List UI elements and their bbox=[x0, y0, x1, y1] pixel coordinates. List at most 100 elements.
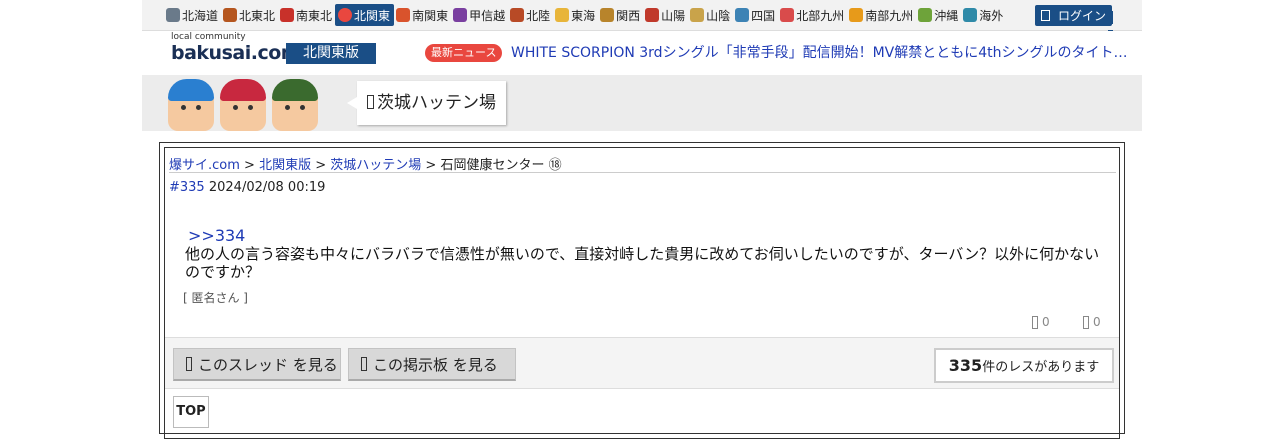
region-icon bbox=[780, 8, 795, 22]
post-body: 他の人の言う容姿も中々にバラバラで信憑性が無いので、直接対峙した貴男に改めてお伺… bbox=[185, 245, 1100, 281]
region-label: 北部九州 bbox=[796, 8, 845, 23]
divider bbox=[169, 172, 1116, 173]
region-icon bbox=[280, 8, 295, 22]
region-icon bbox=[918, 8, 933, 22]
logo-row: local community bakusai.com 北関東版 最新ニュース … bbox=[142, 31, 1142, 75]
region-icon bbox=[453, 8, 468, 22]
region-icon bbox=[735, 8, 750, 22]
res-count-suffix: 件のレスがあります bbox=[982, 360, 1100, 375]
page: 北海道 北東北 南東北 北関東 南関東 甲信越 北陸 東海 関西 山陽 山陰 四国 北部九州 南部九州 沖縄… bbox=[142, 0, 1142, 439]
post-container: 爆サイ.com > 北関東版 > 茨城ハッテン場 > 石岡健康センター ⑱ #3… bbox=[159, 142, 1125, 439]
region-icon bbox=[166, 8, 180, 22]
menu-icon[interactable] bbox=[1108, 9, 1118, 43]
logo-name: bakusai bbox=[171, 42, 251, 64]
top-button[interactable]: TOP bbox=[173, 396, 209, 428]
region-item[interactable]: 山陰 bbox=[688, 4, 733, 26]
region-item[interactable]: 海外 bbox=[961, 4, 1006, 26]
mascot-characters bbox=[168, 75, 318, 131]
thumbs-down-icon bbox=[1083, 315, 1089, 329]
region-label: 山陽 bbox=[661, 8, 686, 23]
breadcrumb-edition[interactable]: 北関東版 bbox=[259, 158, 311, 173]
view-thread-label: このスレッド を見る bbox=[198, 355, 338, 374]
region-label: 北海道 bbox=[182, 8, 219, 23]
breadcrumb-sep: > bbox=[239, 158, 260, 173]
region-label: 北東北 bbox=[239, 8, 276, 23]
logo-tagline: local community bbox=[171, 32, 246, 42]
board-icon bbox=[367, 95, 374, 109]
region-icon bbox=[690, 8, 705, 22]
dislike-button[interactable]: 0 bbox=[1083, 315, 1101, 329]
region-item[interactable]: 北海道 bbox=[164, 4, 221, 26]
breadcrumb-site[interactable]: 爆サイ.com bbox=[169, 158, 240, 173]
region-icon bbox=[849, 8, 864, 22]
region-icon bbox=[600, 8, 615, 22]
region-label: 関西 bbox=[616, 8, 641, 23]
region-label: 沖縄 bbox=[934, 8, 959, 23]
region-item[interactable]: 東海 bbox=[553, 4, 598, 26]
site-logo[interactable]: local community bakusai.com bbox=[171, 32, 301, 64]
region-icon bbox=[396, 8, 411, 22]
breadcrumb-sep: > bbox=[311, 158, 331, 173]
res-count-box: 335 件のレスがあります bbox=[934, 348, 1114, 383]
region-icon bbox=[963, 8, 978, 22]
region-label: 南関東 bbox=[412, 8, 449, 23]
res-count: 335 bbox=[948, 356, 983, 375]
region-item[interactable]: 関西 bbox=[598, 4, 643, 26]
region-label: 南東北 bbox=[296, 8, 333, 23]
region-item[interactable]: 山陽 bbox=[643, 4, 688, 26]
region-item[interactable]: 甲信越 bbox=[451, 4, 508, 26]
action-row: このスレッド を見る この掲示板 を見る 335 件のレスがあります bbox=[165, 338, 1119, 388]
region-icon bbox=[645, 8, 660, 22]
region-label: 海外 bbox=[979, 8, 1004, 23]
region-nav: 北海道 北東北 南東北 北関東 南関東 甲信越 北陸 東海 関西 山陽 山陰 四国 北部九州 南部九州 沖縄… bbox=[142, 0, 1142, 43]
region-item[interactable]: 北部九州 bbox=[778, 4, 847, 26]
region-list: 北海道 北東北 南東北 北関東 南関東 甲信越 北陸 東海 関西 山陽 山陰 四国 北部九州 南部九州 沖縄… bbox=[164, 4, 1006, 26]
breadcrumb-sep: > bbox=[421, 158, 441, 173]
board-title-text: 茨城ハッテン場 bbox=[377, 93, 496, 113]
view-thread-button[interactable]: このスレッド を見る bbox=[173, 348, 341, 381]
post-number-link[interactable]: #335 bbox=[169, 180, 205, 195]
like-count: 0 bbox=[1042, 315, 1050, 329]
post-author: [ 匿名さん ] bbox=[183, 291, 248, 305]
like-button[interactable]: 0 bbox=[1032, 315, 1050, 329]
thread-icon bbox=[186, 357, 192, 371]
view-board-button[interactable]: この掲示板 を見る bbox=[348, 348, 516, 381]
login-label: ログイン bbox=[1058, 9, 1107, 23]
region-item[interactable]: 北東北 bbox=[221, 4, 278, 26]
news-headline-link[interactable]: WHITE SCORPION 3rdシングル「非常手段」配信開始！MV解禁ととも… bbox=[511, 43, 1131, 63]
region-label: 四国 bbox=[751, 8, 776, 23]
breadcrumb: 爆サイ.com > 北関東版 > 茨城ハッテン場 > 石岡健康センター ⑱ bbox=[169, 154, 562, 173]
region-item[interactable]: 北関東 bbox=[335, 4, 395, 26]
dislike-count: 0 bbox=[1093, 315, 1101, 329]
news-badge: 最新ニュース bbox=[425, 44, 503, 62]
post-inner: 爆サイ.com > 北関東版 > 茨城ハッテン場 > 石岡健康センター ⑱ #3… bbox=[164, 147, 1120, 439]
region-item[interactable]: 南関東 bbox=[394, 4, 451, 26]
board-banner: 茨城ハッテン場 bbox=[142, 75, 1142, 131]
login-button[interactable]: ログイン bbox=[1035, 5, 1113, 26]
region-label: 北関東 bbox=[354, 8, 391, 23]
region-label: 東海 bbox=[571, 8, 596, 23]
region-icon bbox=[555, 8, 570, 22]
breadcrumb-board[interactable]: 茨城ハッテン場 bbox=[330, 158, 421, 173]
region-label: 南部九州 bbox=[865, 8, 914, 23]
region-item[interactable]: 北陸 bbox=[508, 4, 553, 26]
reply-anchor-link[interactable]: >>334 bbox=[188, 226, 245, 245]
region-label: 北陸 bbox=[526, 8, 551, 23]
region-item[interactable]: 沖縄 bbox=[916, 4, 961, 26]
region-icon bbox=[223, 8, 238, 22]
region-icon bbox=[338, 8, 353, 22]
edition-badge[interactable]: 北関東版 bbox=[286, 43, 376, 64]
region-item[interactable]: 南部九州 bbox=[847, 4, 916, 26]
region-item[interactable]: 四国 bbox=[733, 4, 778, 26]
region-item[interactable]: 南東北 bbox=[278, 4, 335, 26]
thumbs-up-icon bbox=[1032, 315, 1038, 329]
board-title: 茨城ハッテン場 bbox=[347, 81, 506, 125]
view-board-label: この掲示板 を見る bbox=[373, 355, 498, 374]
region-icon bbox=[510, 8, 525, 22]
post-datetime: 2024/02/08 00:19 bbox=[208, 180, 326, 195]
region-label: 甲信越 bbox=[469, 8, 506, 23]
post-meta: #335 2024/02/08 00:19 bbox=[169, 180, 325, 195]
breadcrumb-thread: 石岡健康センター ⑱ bbox=[440, 158, 562, 173]
divider bbox=[165, 388, 1119, 389]
region-label: 山陰 bbox=[706, 8, 731, 23]
